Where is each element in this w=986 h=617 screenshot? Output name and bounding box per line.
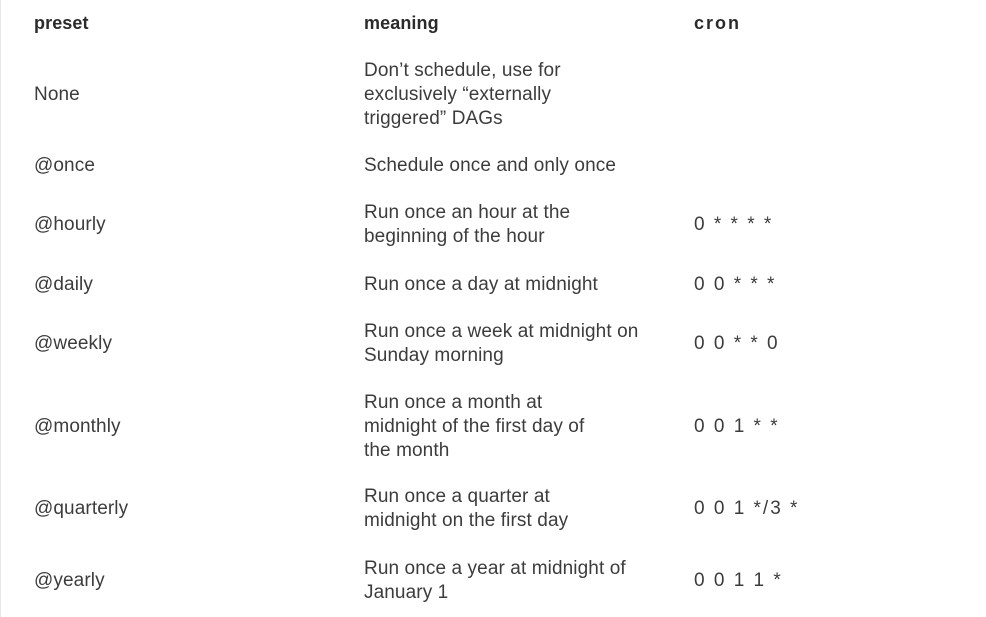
cell-meaning: Run once a quarter at midnight on the fi… [364,486,569,531]
cell-cron: 0 0 * * * [694,274,777,295]
cell-preset: @hourly [34,214,106,235]
cell-meaning: Run once a month at midnight of the firs… [364,392,585,461]
table-row: @hourly Run once an hour at the beginnin… [34,201,964,249]
header-cron: cron [694,13,742,33]
cell-preset: None [34,84,80,105]
cell-preset: @yearly [34,570,105,591]
cell-preset: @once [34,155,95,176]
cell-meaning: Run once an hour at the beginning of the… [364,202,571,247]
table-row: @weekly Run once a week at midnight on S… [34,320,964,368]
table-header-row: preset meaning cron [34,0,964,46]
table-row: @once Schedule once and only once [34,154,964,178]
table-row: @yearly Run once a year at midnight of J… [34,557,964,605]
table-row: @monthly Run once a month at midnight of… [34,391,964,463]
cell-preset: @weekly [34,333,113,354]
cell-cron: 0 0 1 1 * [694,570,783,591]
cell-cron: 0 0 * * 0 [694,333,780,354]
cell-meaning: Schedule once and only once [364,155,617,176]
cell-preset: @monthly [34,416,121,437]
cell-meaning: Don’t schedule, use for exclusively “ext… [364,60,561,129]
header-meaning: meaning [364,13,439,33]
cell-preset: @quarterly [34,498,129,519]
table-row: @quarterly Run once a quarter at midnigh… [34,485,964,533]
cell-cron: 0 * * * * [694,214,774,235]
cell-meaning: Run once a day at midnight [364,274,598,295]
header-preset: preset [34,13,89,33]
page: preset meaning cron None Don’t schedule,… [0,0,986,617]
cell-cron: 0 0 1 * * [694,416,780,437]
cell-meaning: Run once a year at midnight of January 1 [364,558,626,603]
cell-preset: @daily [34,274,93,295]
table-row: @daily Run once a day at midnight 0 0 * … [34,273,964,297]
cron-presets-table: preset meaning cron None Don’t schedule,… [34,0,964,603]
left-border [0,0,1,617]
cell-cron: 0 0 1 */3 * [694,498,800,519]
table-row: None Don’t schedule, use for exclusively… [34,58,964,132]
cell-meaning: Run once a week at midnight on Sunday mo… [364,321,639,366]
